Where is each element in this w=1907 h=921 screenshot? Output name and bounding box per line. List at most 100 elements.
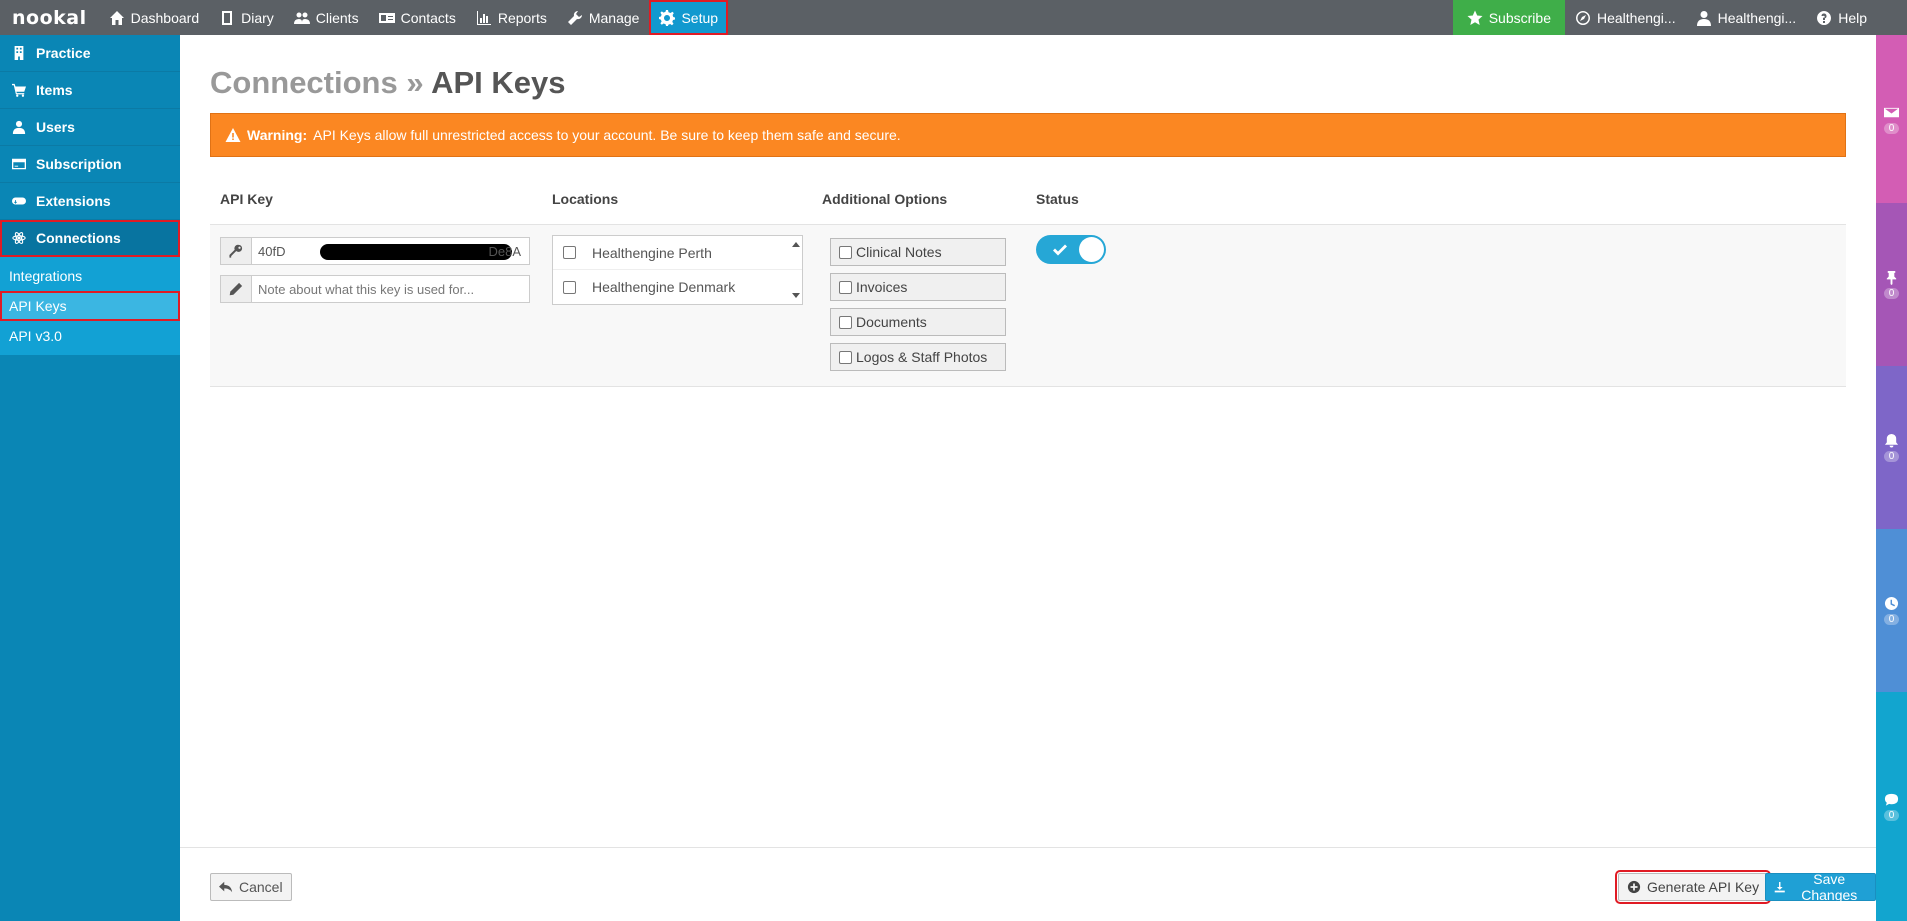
location-switcher[interactable]: Healthengi... bbox=[1565, 0, 1686, 35]
sidebar-item-extensions[interactable]: Extensions bbox=[0, 183, 180, 220]
scroll-up-arrow[interactable] bbox=[792, 242, 800, 247]
sidebar-item-items[interactable]: Items bbox=[0, 72, 180, 109]
location-item-perth[interactable]: Healthengine Perth bbox=[553, 236, 802, 270]
rail-history[interactable]: 0 bbox=[1876, 529, 1907, 692]
header-locations: Locations bbox=[552, 191, 619, 207]
check-icon bbox=[1053, 244, 1067, 256]
users-icon bbox=[293, 12, 310, 24]
save-changes-button[interactable]: Save Changes bbox=[1765, 871, 1876, 903]
chat-icon bbox=[1884, 793, 1899, 806]
envelope-icon bbox=[1884, 107, 1899, 117]
pencil-addon bbox=[221, 276, 252, 302]
main-content: Connections » API Keys Warning: API Keys… bbox=[180, 35, 1876, 921]
option-invoices[interactable]: Invoices bbox=[830, 273, 1006, 301]
cancel-button[interactable]: Cancel bbox=[210, 873, 292, 901]
footer-bar: Cancel Generate API Key Save Changes bbox=[180, 847, 1876, 921]
scroll-down-arrow[interactable] bbox=[792, 293, 800, 298]
user-menu[interactable]: Healthengi... bbox=[1686, 0, 1807, 35]
key-note-field[interactable] bbox=[220, 275, 530, 303]
nav-dashboard[interactable]: Dashboard bbox=[99, 0, 210, 35]
user-icon bbox=[1696, 10, 1711, 26]
option-checkbox-clinical-notes[interactable] bbox=[839, 245, 852, 259]
nav-contacts[interactable]: Contacts bbox=[369, 0, 466, 35]
header-status: Status bbox=[1036, 191, 1079, 207]
api-key-suffix: De8A bbox=[488, 244, 521, 259]
sidebar-subitem-api-keys[interactable]: API Keys bbox=[0, 291, 180, 321]
top-right-group: Subscribe Healthengi... Healthengi... He… bbox=[1452, 0, 1907, 35]
table-header: API Key Locations Additional Options Sta… bbox=[210, 191, 1846, 225]
gamepad-icon bbox=[12, 197, 26, 205]
warning-label: Warning: bbox=[247, 127, 308, 143]
nav-manage[interactable]: Manage bbox=[557, 0, 650, 35]
api-key-field[interactable]: 40fD De8A bbox=[220, 237, 530, 265]
clock-icon bbox=[1884, 596, 1899, 611]
rail-pinned[interactable]: 0 bbox=[1876, 203, 1907, 366]
reply-icon bbox=[219, 881, 233, 893]
pin-icon bbox=[1886, 270, 1897, 285]
redacted-key bbox=[320, 244, 512, 260]
location-checkbox-denmark[interactable] bbox=[563, 280, 576, 294]
home-icon bbox=[109, 10, 124, 25]
sidebar-subitem-integrations[interactable]: Integrations bbox=[0, 261, 180, 291]
locations-list[interactable]: Healthengine Perth Healthengine Denmark bbox=[552, 235, 803, 305]
history-count: 0 bbox=[1883, 614, 1900, 625]
rail-messages[interactable]: 0 bbox=[1876, 35, 1907, 203]
pencil-icon bbox=[229, 282, 243, 296]
key-addon bbox=[221, 238, 252, 264]
plus-circle-icon bbox=[1627, 880, 1641, 894]
option-checkbox-invoices[interactable] bbox=[839, 280, 852, 294]
atom-icon bbox=[12, 232, 26, 244]
page-title: Connections » API Keys bbox=[210, 65, 565, 101]
breadcrumb-connections[interactable]: Connections » bbox=[210, 65, 424, 100]
option-clinical-notes[interactable]: Clinical Notes bbox=[830, 238, 1006, 266]
notifications-count: 0 bbox=[1883, 451, 1900, 462]
status-toggle[interactable] bbox=[1036, 235, 1106, 264]
generate-api-key-button[interactable]: Generate API Key bbox=[1614, 870, 1772, 904]
subscribe-button[interactable]: Subscribe bbox=[1452, 0, 1565, 35]
sidebar: Practice Items Users Subscription Extens… bbox=[0, 35, 180, 921]
rail-chat[interactable]: 0 bbox=[1876, 692, 1907, 921]
sidebar-subitem-api-v3[interactable]: API v3.0 bbox=[0, 321, 180, 351]
bar-chart-icon bbox=[476, 10, 491, 25]
sidebar-item-subscription[interactable]: Subscription bbox=[0, 146, 180, 183]
rail-notifications[interactable]: 0 bbox=[1876, 366, 1907, 529]
cart-icon bbox=[12, 83, 26, 97]
header-additional-options: Additional Options bbox=[822, 191, 948, 207]
page-title-current: API Keys bbox=[431, 65, 566, 100]
gear-icon bbox=[659, 9, 676, 26]
header-api-key: API Key bbox=[220, 191, 273, 207]
nav-diary[interactable]: Diary bbox=[209, 0, 284, 35]
messages-count: 0 bbox=[1883, 122, 1900, 134]
nookal-logo[interactable]: nookal bbox=[0, 7, 99, 29]
nav-setup[interactable]: Setup bbox=[649, 0, 729, 35]
option-checkbox-logos-staff-photos[interactable] bbox=[839, 350, 852, 364]
warning-text: API Keys allow full unrestricted access … bbox=[313, 127, 901, 143]
question-circle-icon bbox=[1817, 10, 1832, 25]
toggle-knob bbox=[1079, 237, 1104, 262]
warning-icon bbox=[225, 128, 241, 142]
option-documents[interactable]: Documents bbox=[830, 308, 1006, 336]
pinned-count: 0 bbox=[1883, 288, 1900, 299]
sidebar-item-users[interactable]: Users bbox=[0, 109, 180, 146]
sidebar-item-connections[interactable]: Connections bbox=[0, 220, 180, 257]
wrench-icon bbox=[567, 10, 582, 25]
key-note-input[interactable] bbox=[252, 276, 529, 302]
top-navbar: nookal Dashboard Diary Clients Contacts … bbox=[0, 0, 1907, 35]
star-icon bbox=[1467, 10, 1483, 25]
building-icon bbox=[14, 46, 24, 60]
right-rail: 0 0 0 0 0 bbox=[1876, 0, 1907, 921]
connections-subnav: Integrations API Keys API v3.0 bbox=[0, 257, 180, 355]
download-icon bbox=[1774, 881, 1785, 893]
option-logos-staff-photos[interactable]: Logos & Staff Photos bbox=[830, 343, 1006, 371]
option-checkbox-documents[interactable] bbox=[839, 315, 852, 329]
location-item-denmark[interactable]: Healthengine Denmark bbox=[553, 270, 802, 304]
api-key-prefix: 40fD bbox=[258, 244, 286, 259]
address-card-icon bbox=[378, 12, 395, 23]
nav-reports[interactable]: Reports bbox=[466, 0, 557, 35]
nav-clients[interactable]: Clients bbox=[284, 0, 369, 35]
location-checkbox-perth[interactable] bbox=[563, 246, 576, 259]
sidebar-item-practice[interactable]: Practice bbox=[0, 35, 180, 72]
user-icon bbox=[12, 120, 26, 134]
book-icon bbox=[222, 10, 233, 25]
credit-card-icon bbox=[12, 158, 26, 170]
